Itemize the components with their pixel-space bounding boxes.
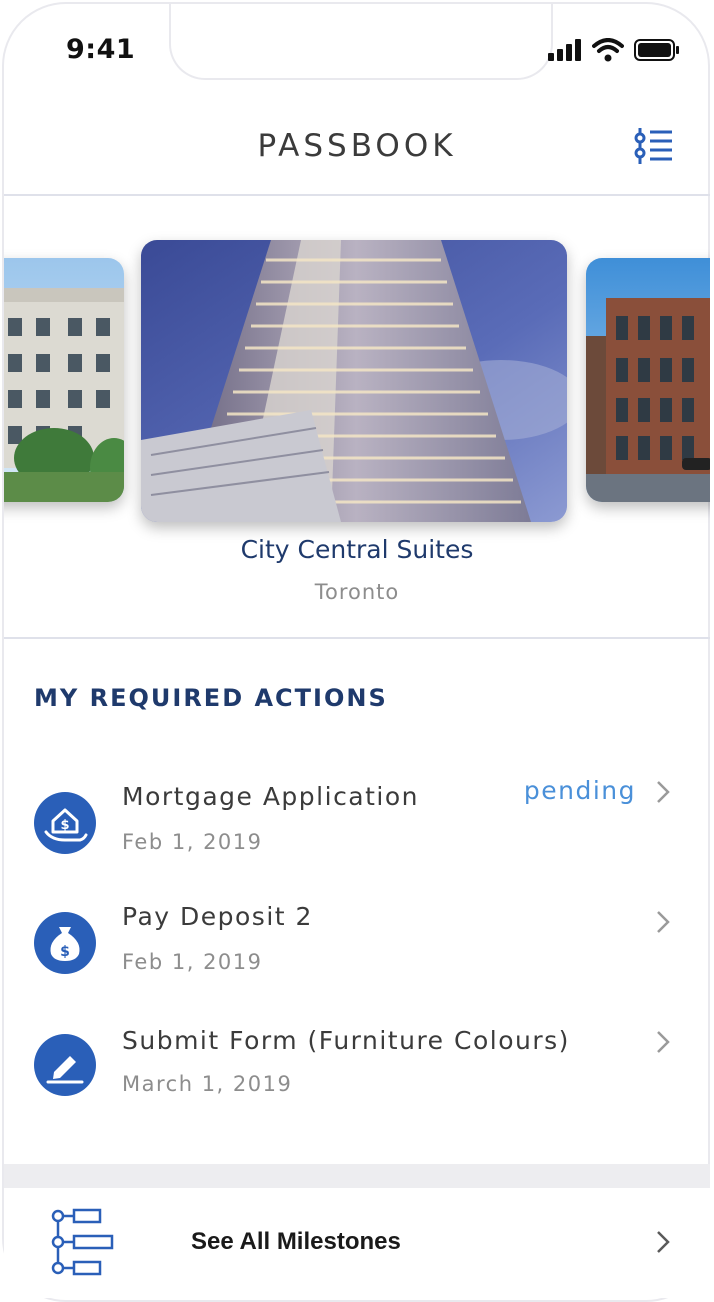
required-actions-title: MY REQUIRED ACTIONS [34, 684, 388, 712]
action-title: Pay Deposit 2 [122, 902, 313, 931]
chevron-right-icon [657, 1031, 670, 1053]
section-separator [4, 1164, 710, 1188]
action-date: Feb 1, 2019 [122, 950, 263, 974]
page-title: PASSBOOK [257, 128, 457, 164]
action-item-mortgage-application[interactable]: $ Mortgage Application Feb 1, 2019 pendi… [0, 770, 714, 880]
project-carousel[interactable] [4, 196, 710, 636]
see-all-milestones-label: See All Milestones [191, 1228, 401, 1255]
project-name: City Central Suites [240, 535, 474, 564]
device-notch [169, 4, 553, 80]
action-item-submit-form[interactable]: Submit Form (Furniture Colours) March 1,… [0, 1014, 714, 1124]
status-badge: pending [523, 776, 636, 805]
chevron-right-icon [657, 781, 670, 803]
status-icons [548, 38, 680, 62]
battery-icon [634, 39, 679, 61]
svg-text:$: $ [60, 944, 70, 960]
milestones-icon [51, 1208, 114, 1276]
building-image [4, 258, 124, 502]
action-title: Submit Form (Furniture Colours) [122, 1026, 570, 1055]
money-bag-icon: $ [34, 912, 96, 974]
house-dollar-hand-icon: $ [34, 792, 96, 854]
svg-text:$: $ [60, 818, 69, 833]
chevron-right-icon [657, 911, 670, 933]
filter-list-icon[interactable] [634, 126, 674, 166]
chevron-right-icon [657, 1231, 670, 1253]
project-card-previous[interactable] [4, 258, 124, 502]
action-title: Mortgage Application [122, 782, 420, 811]
project-card-current[interactable] [141, 240, 567, 522]
action-item-pay-deposit[interactable]: $ Pay Deposit 2 Feb 1, 2019 [0, 890, 714, 1000]
wifi-icon [592, 38, 624, 62]
project-city: Toronto [314, 580, 400, 604]
building-image [141, 240, 567, 522]
section-divider [4, 637, 710, 639]
building-image [586, 258, 710, 502]
project-card-next[interactable] [586, 258, 710, 502]
pencil-icon [34, 1034, 96, 1096]
navigation-bar: PASSBOOK [4, 96, 710, 196]
signal-icon [548, 39, 581, 61]
see-all-milestones-button[interactable]: See All Milestones [4, 1188, 710, 1298]
action-date: Feb 1, 2019 [122, 830, 263, 854]
status-time: 9:41 [66, 34, 136, 65]
action-date: March 1, 2019 [122, 1072, 293, 1096]
